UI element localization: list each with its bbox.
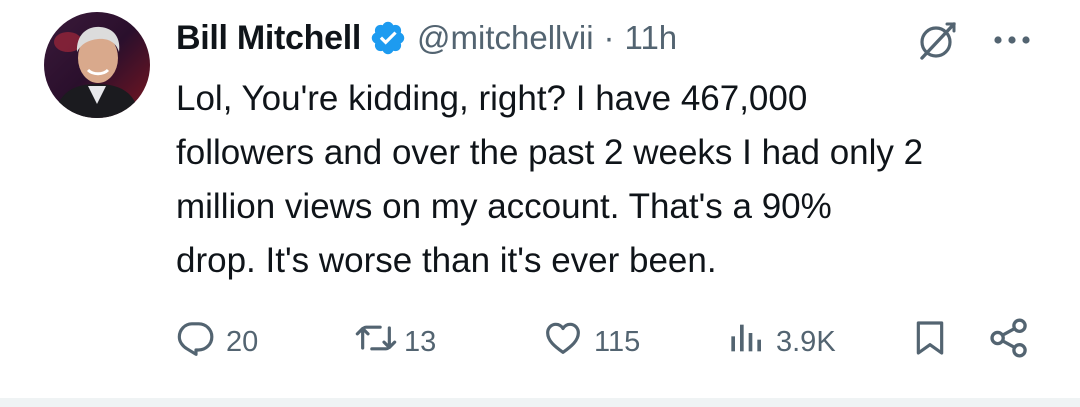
more-icon[interactable] (990, 26, 1034, 54)
author-handle[interactable]: @mitchellvii (417, 19, 594, 57)
reply-count: 20 (226, 325, 259, 358)
avatar[interactable] (44, 12, 150, 118)
divider (0, 398, 1080, 407)
heart-icon (542, 318, 584, 366)
separator-dot: · (603, 19, 615, 56)
tweet-header: Bill Mitchell @mitchellvii · 11h (176, 14, 677, 62)
share-button[interactable] (988, 314, 1030, 370)
tweet-text: Lol, You're kidding, right? I have 467,0… (176, 79, 924, 280)
repost-count: 13 (404, 325, 437, 358)
tweet-timestamp[interactable]: 11h (625, 19, 678, 57)
bookmark-icon (910, 317, 950, 367)
share-icon (988, 317, 1030, 367)
tweet[interactable]: Bill Mitchell @mitchellvii · 11h Lol, Yo… (0, 0, 1080, 398)
like-count: 115 (594, 325, 641, 358)
like-button[interactable]: 115 (542, 314, 640, 370)
tweet-actions: 20 13 115 3.9K (176, 314, 1036, 370)
author-name[interactable]: Bill Mitchell (176, 19, 361, 58)
reply-button[interactable]: 20 (176, 314, 258, 370)
grok-icon[interactable] (914, 18, 960, 64)
verified-badge-icon (369, 19, 407, 57)
views-button[interactable]: 3.9K (726, 314, 836, 370)
repost-button[interactable]: 13 (354, 314, 436, 370)
views-count: 3.9K (776, 325, 836, 358)
repost-icon (354, 318, 398, 366)
reply-icon (176, 318, 216, 366)
views-icon (726, 318, 766, 366)
bookmark-button[interactable] (910, 314, 950, 370)
